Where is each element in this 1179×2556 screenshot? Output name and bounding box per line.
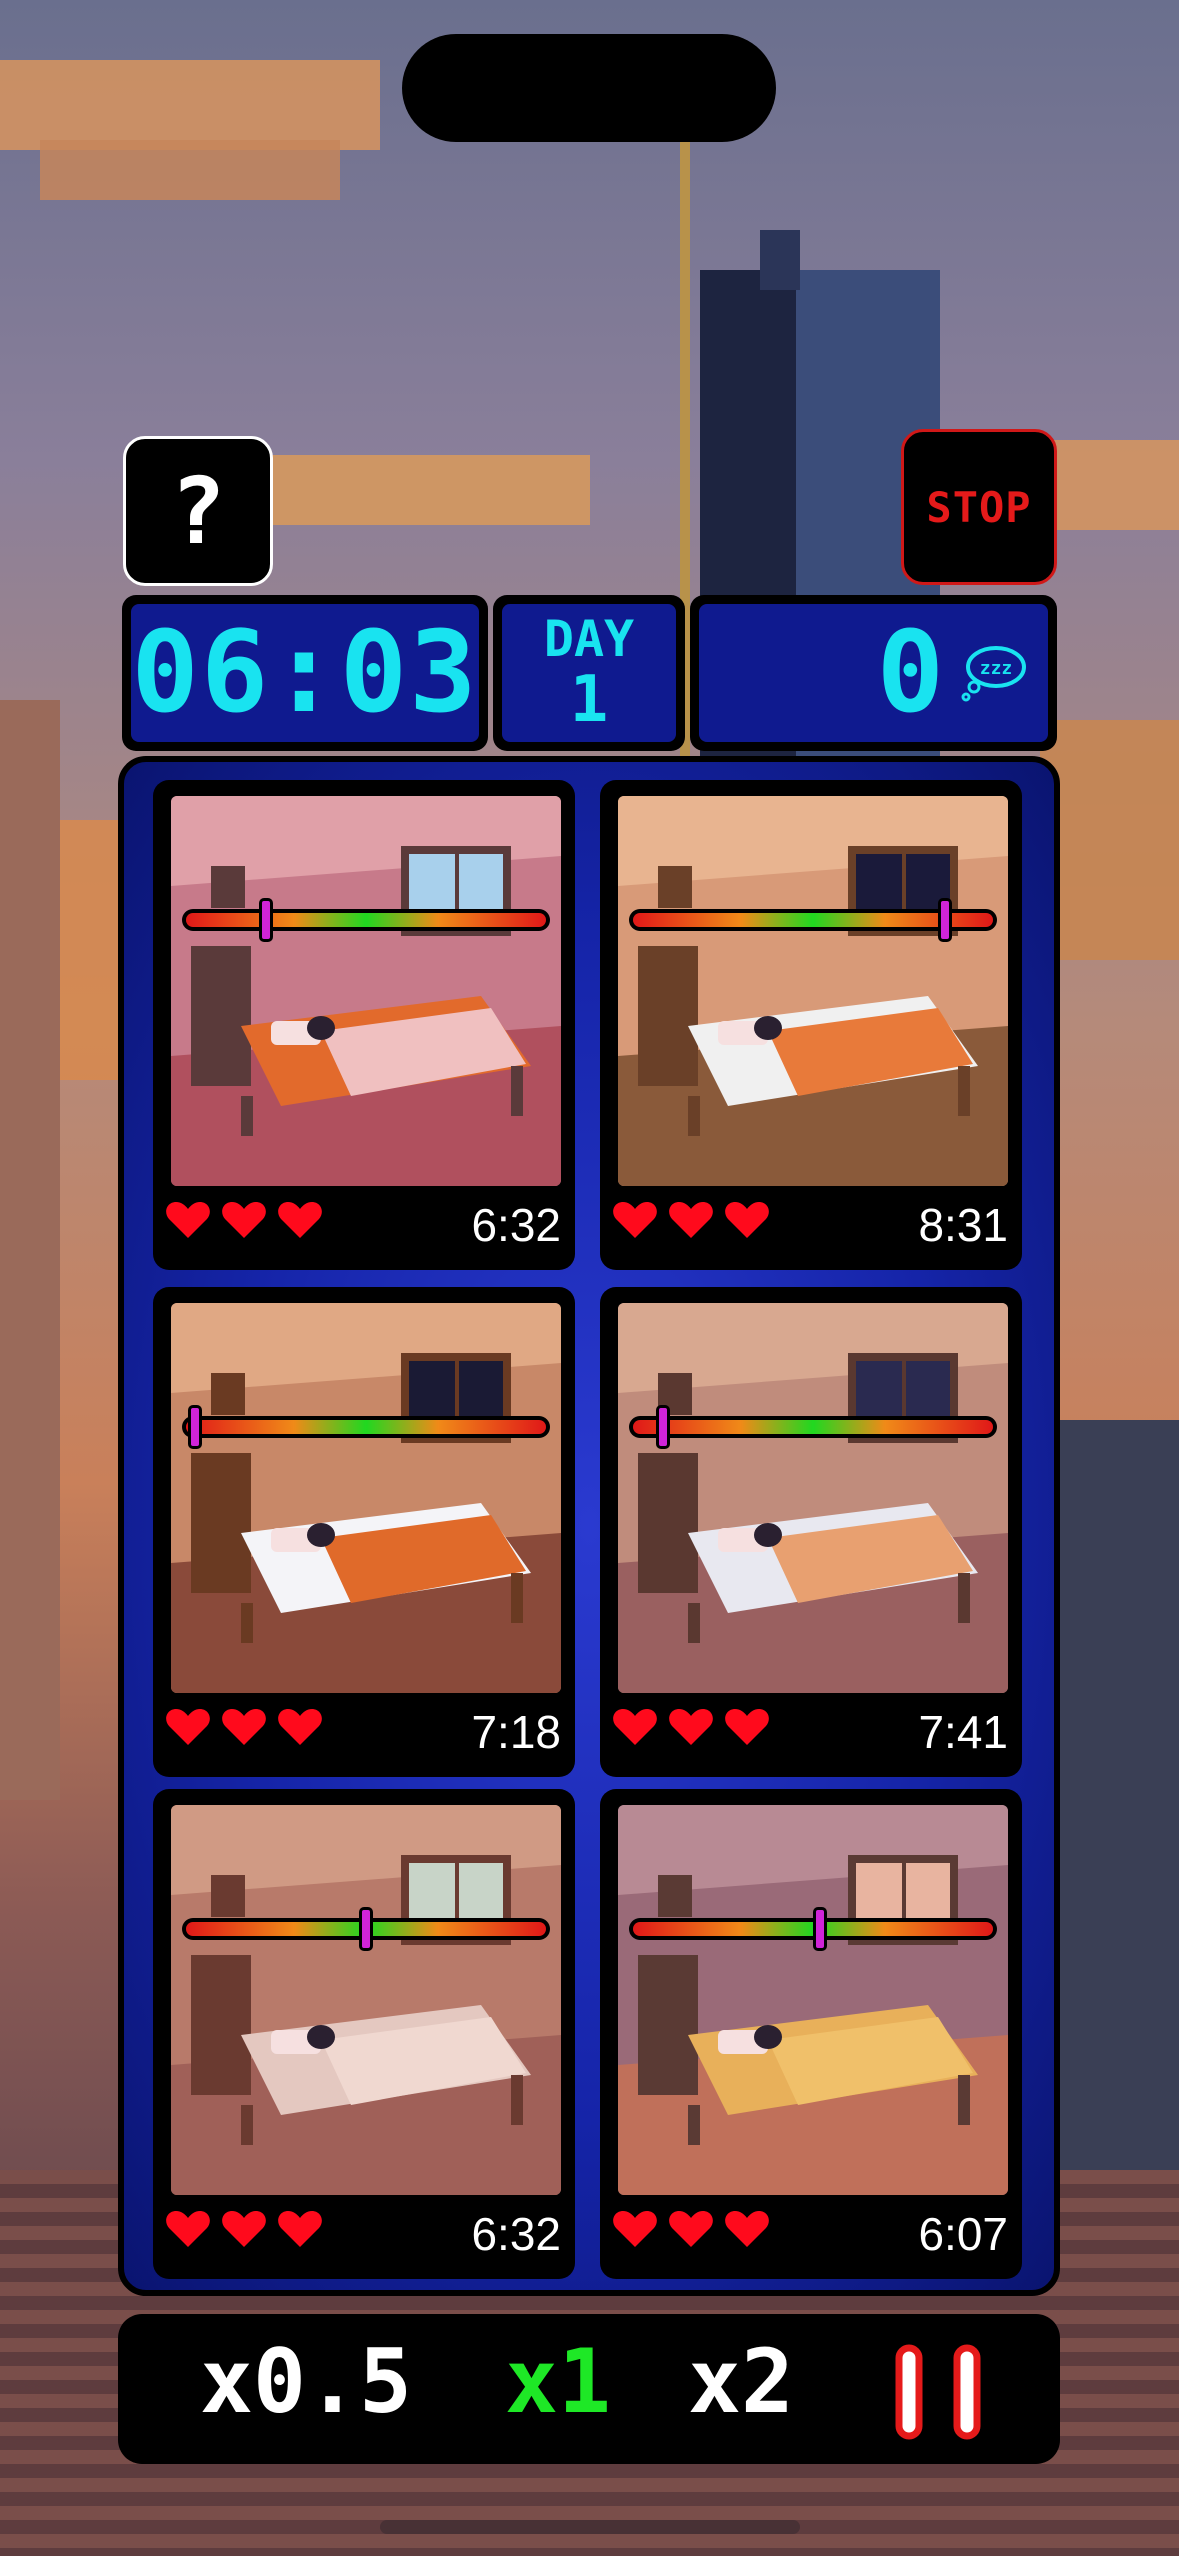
room-card[interactable]: 7:18: [153, 1287, 575, 1777]
sleep-meter-marker: [259, 898, 274, 942]
heart-icon: [222, 1202, 266, 1238]
clock-panel: 06:03: [122, 595, 488, 751]
bedroom-scene[interactable]: [171, 1303, 561, 1693]
heart-icon: [725, 2211, 769, 2247]
heart-icon: [222, 1709, 266, 1745]
stop-button[interactable]: STOP: [901, 429, 1057, 585]
lives-hearts: [612, 1707, 770, 1747]
heart-icon: [278, 1709, 322, 1745]
bedroom-illustration: [171, 796, 561, 1186]
day-number: 1: [569, 663, 609, 737]
sleep-meter: [628, 1405, 998, 1449]
heart-icon: [725, 1202, 769, 1238]
heart-icon: [725, 1709, 769, 1745]
bedroom-scene[interactable]: [171, 796, 561, 1186]
score-panel: 0 zzz: [690, 595, 1057, 751]
heart-icon: [669, 2211, 713, 2247]
sleep-meter: [181, 1405, 551, 1449]
speed-x1-button[interactable]: x1: [505, 2330, 611, 2433]
sleep-meter: [628, 898, 998, 942]
room-time: 6:07: [918, 2208, 1008, 2260]
lives-hearts: [165, 2209, 323, 2249]
room-time: 7:18: [471, 1706, 561, 1758]
room-time: 6:32: [471, 1199, 561, 1251]
bedroom-scene[interactable]: [618, 1303, 1008, 1693]
bedroom-illustration: [171, 1805, 561, 2195]
room-card[interactable]: 6:32: [153, 780, 575, 1270]
heart-icon: [166, 1202, 210, 1238]
sleep-zzz-icon: zzz: [961, 646, 1026, 702]
room-card[interactable]: 7:41: [600, 1287, 1022, 1777]
bedroom-illustration: [618, 1805, 1008, 2195]
speed-x2-button[interactable]: x2: [688, 2330, 794, 2433]
lives-hearts: [612, 1200, 770, 1240]
lives-hearts: [165, 1707, 323, 1747]
bedroom-illustration: [171, 1303, 561, 1693]
bedroom-scene[interactable]: [171, 1805, 561, 2195]
heart-icon: [669, 1709, 713, 1745]
heart-icon: [613, 2211, 657, 2247]
help-label: ?: [170, 457, 226, 565]
day-label: DAY: [543, 610, 635, 668]
sleep-meter-marker: [359, 1907, 373, 1951]
heart-icon: [166, 1709, 210, 1745]
home-indicator: [380, 2520, 800, 2534]
lives-hearts: [612, 2209, 770, 2249]
clock-time: 06:03: [131, 608, 479, 738]
room-time: 6:32: [471, 2208, 561, 2260]
speed-x0-5-button[interactable]: x0.5: [200, 2330, 412, 2433]
pause-icon[interactable]: [893, 2344, 983, 2440]
room-card[interactable]: 6:07: [600, 1789, 1022, 2279]
heart-icon: [278, 1202, 322, 1238]
heart-icon: [613, 1202, 657, 1238]
sleep-meter-marker: [188, 1405, 203, 1449]
sleep-meter-marker: [813, 1907, 828, 1951]
sleep-meter: [628, 1907, 998, 1951]
heart-icon: [166, 2211, 210, 2247]
room-card[interactable]: 8:31: [600, 780, 1022, 1270]
bedroom-scene[interactable]: [618, 796, 1008, 1186]
bedroom-illustration: [618, 796, 1008, 1186]
heart-icon: [222, 2211, 266, 2247]
sleep-meter: [181, 898, 551, 942]
room-card[interactable]: 6:32: [153, 1789, 575, 2279]
sleep-meter-marker: [937, 898, 952, 942]
bedroom-scene[interactable]: [618, 1805, 1008, 2195]
score-value: 0: [876, 608, 944, 738]
bedroom-illustration: [618, 1303, 1008, 1693]
room-time: 8:31: [918, 1199, 1008, 1251]
sleep-meter-marker: [656, 1405, 671, 1449]
day-panel: DAY 1: [493, 595, 685, 751]
dynamic-island: [402, 34, 776, 142]
help-button[interactable]: ?: [123, 436, 273, 586]
heart-icon: [613, 1709, 657, 1745]
room-time: 7:41: [918, 1706, 1008, 1758]
heart-icon: [669, 1202, 713, 1238]
stop-label: STOP: [926, 482, 1032, 532]
lives-hearts: [165, 1200, 323, 1240]
svg-text:zzz: zzz: [980, 658, 1013, 679]
heart-icon: [278, 2211, 322, 2247]
sleep-meter: [181, 1907, 551, 1951]
